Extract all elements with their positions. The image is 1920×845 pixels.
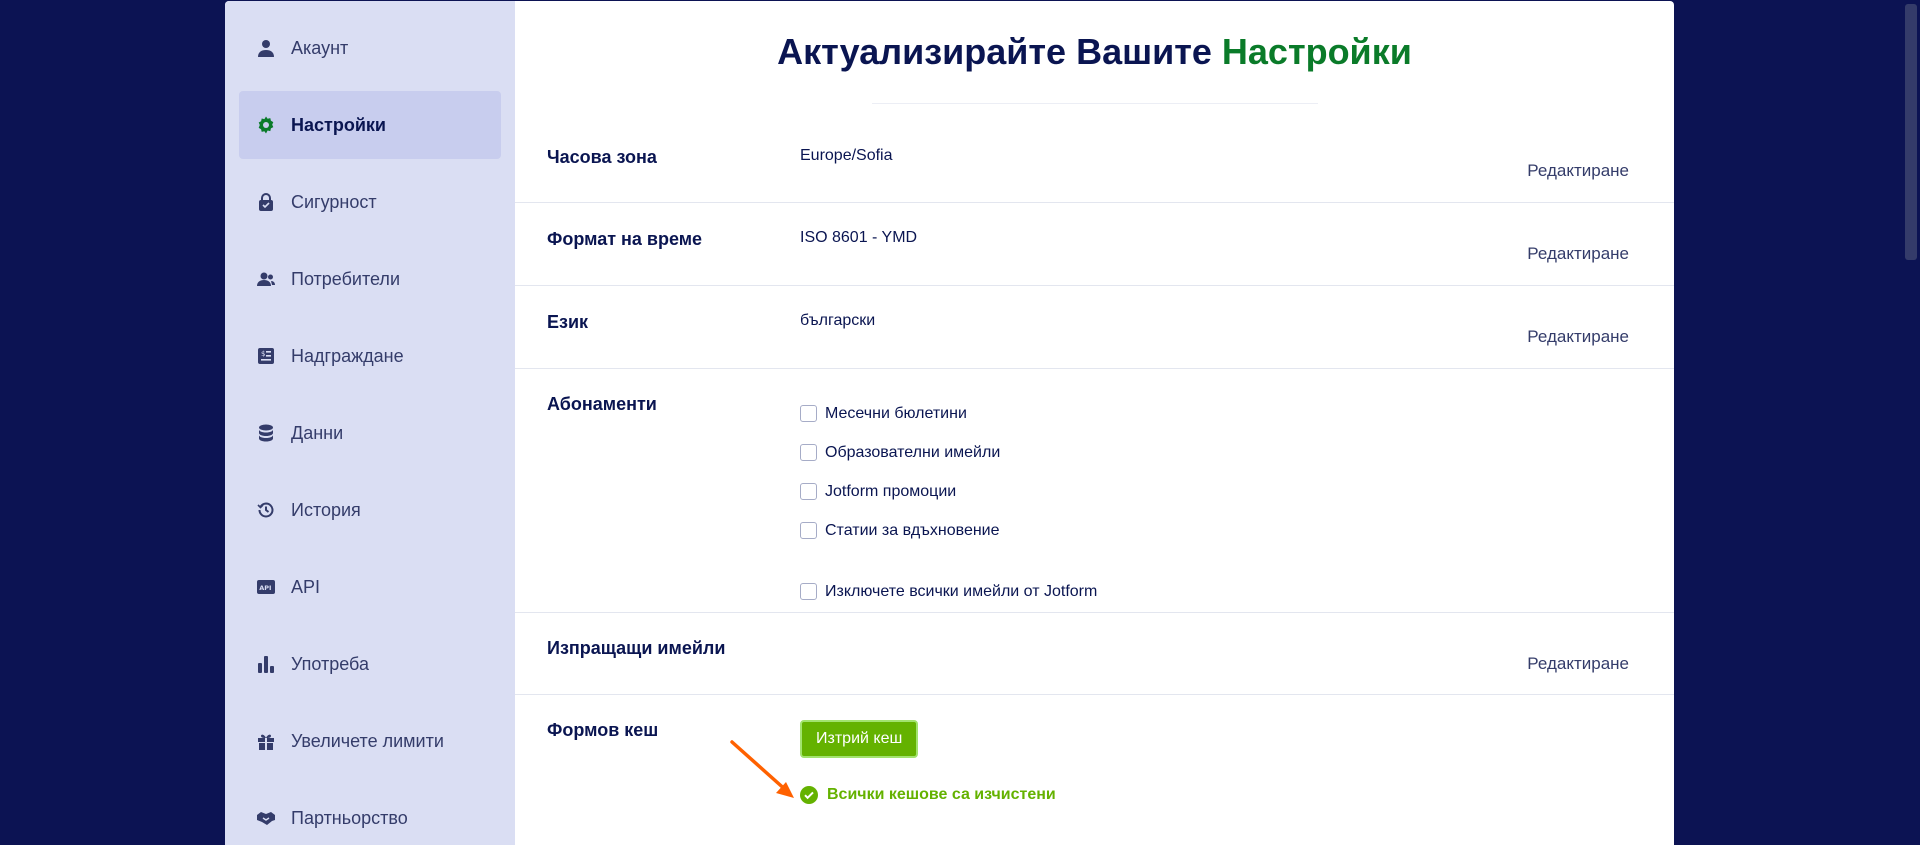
database-icon	[255, 422, 277, 444]
clear-cache-button[interactable]: Изтрий кеш	[800, 720, 919, 758]
api-icon: API	[255, 576, 277, 598]
timezone-row: Часова зона Europe/Sofia Редактиране	[515, 104, 1674, 203]
checkbox-label: Образователни имейли	[825, 443, 1001, 461]
sidebar-item-label: API	[291, 576, 321, 597]
sidebar-item-label: Настройки	[291, 114, 386, 135]
sidebar-item-account[interactable]: Акаунт	[239, 14, 501, 82]
users-icon	[255, 268, 277, 290]
user-icon	[255, 37, 277, 59]
checkbox[interactable]	[800, 444, 817, 461]
form-cache-controls: Изтрий кеш Всички кешове са изчистени	[800, 720, 1056, 835]
checkbox-label: Месечни бюлетини	[825, 404, 967, 422]
sidebar-item-label: Надграждане	[291, 345, 404, 366]
language-label: Език	[547, 312, 589, 332]
sidebar-item-label: Увеличете лимити	[291, 730, 444, 751]
check-circle-icon	[800, 786, 818, 804]
checkbox-label: Jotform промоции	[825, 482, 957, 500]
scrollbar-thumb[interactable]	[1905, 4, 1917, 260]
cache-cleared-text: Всички кешове са изчистени	[827, 786, 1056, 803]
sidebar-item-label: Акаунт	[291, 37, 349, 58]
bar-chart-icon	[255, 653, 277, 675]
invoice-icon: $	[255, 345, 277, 367]
subscription-inspiration-articles[interactable]: Статии за вдъхновение	[800, 511, 1097, 550]
page-title-accent: Настройки	[1221, 31, 1412, 72]
time-format-edit-link[interactable]: Редактиране	[1527, 244, 1629, 264]
sidebar-item-usage[interactable]: Употреба	[239, 630, 501, 698]
time-format-label: Формат на време	[547, 229, 703, 249]
sender-emails-label: Изпращащи имейли	[547, 638, 726, 658]
handshake-icon	[255, 807, 277, 829]
svg-text:API: API	[259, 584, 271, 592]
sidebar-item-label: Партньорство	[291, 807, 408, 828]
sidebar: Акаунт Настройки Сигурност Потребители $…	[225, 1, 515, 845]
gear-icon	[255, 114, 277, 136]
language-value: български	[800, 312, 876, 329]
sidebar-item-label: История	[291, 499, 361, 520]
language-row: Език български Редактиране	[515, 286, 1674, 369]
sidebar-item-upgrade[interactable]: $ Надграждане	[239, 322, 501, 390]
sidebar-item-partnership[interactable]: Партньорство	[239, 784, 501, 845]
subscriptions-label: Абонаменти	[547, 394, 657, 414]
sidebar-item-api[interactable]: API API	[239, 553, 501, 621]
form-cache-row: Формов кеш Изтрий кеш Всички кешове са и…	[515, 695, 1674, 835]
subscription-monthly-newsletters[interactable]: Месечни бюлетини	[800, 394, 1097, 433]
subscription-educational-emails[interactable]: Образователни имейли	[800, 433, 1097, 472]
checkbox-label: Статии за вдъхновение	[825, 521, 1000, 539]
sidebar-item-data[interactable]: Данни	[239, 399, 501, 467]
gift-icon	[255, 730, 277, 752]
lock-icon	[255, 191, 277, 213]
checkbox[interactable]	[800, 483, 817, 500]
sidebar-item-label: Данни	[291, 422, 344, 443]
page-scrollbar[interactable]	[1902, 0, 1920, 845]
timezone-value: Europe/Sofia	[800, 147, 893, 164]
page-title: Актуализирайте Вашите Настройки	[515, 1, 1674, 73]
subscription-jotform-promotions[interactable]: Jotform промоции	[800, 472, 1097, 511]
sidebar-item-label: Сигурност	[291, 191, 377, 212]
sidebar-item-increase-limits[interactable]: Увеличете лимити	[239, 707, 501, 775]
timezone-edit-link[interactable]: Редактиране	[1527, 161, 1629, 181]
subscriptions-row: Абонаменти Месечни бюлетини Образователн…	[515, 369, 1674, 613]
checkbox[interactable]	[800, 405, 817, 422]
checkbox-label: Изключете всички имейли от Jotform	[825, 582, 1098, 600]
sidebar-item-users[interactable]: Потребители	[239, 245, 501, 313]
sender-emails-edit-link[interactable]: Редактиране	[1527, 654, 1629, 674]
annotation-arrow-icon	[504, 739, 576, 805]
sidebar-item-label: Употреба	[291, 653, 369, 674]
time-format-row: Формат на време ISO 8601 - YMD Редактира…	[515, 203, 1674, 286]
sidebar-item-label: Потребители	[291, 268, 400, 289]
page-title-prefix: Актуализирайте Вашите	[777, 31, 1212, 72]
subscriptions-list: Месечни бюлетини Образователни имейли Jo…	[800, 394, 1097, 612]
settings-window: Акаунт Настройки Сигурност Потребители $…	[225, 1, 1674, 845]
language-edit-link[interactable]: Редактиране	[1527, 327, 1629, 347]
sidebar-item-settings[interactable]: Настройки	[239, 91, 501, 159]
settings-main: Актуализирайте Вашите Настройки Часова з…	[515, 1, 1674, 845]
history-icon	[255, 499, 277, 521]
sender-emails-row: Изпращащи имейли Редактиране	[515, 613, 1674, 695]
orange-arrow-icon	[730, 740, 794, 798]
checkbox[interactable]	[800, 522, 817, 539]
subscription-exclude-all[interactable]: Изключете всички имейли от Jotform	[800, 572, 1097, 611]
sidebar-item-security[interactable]: Сигурност	[239, 168, 501, 236]
sidebar-item-history[interactable]: История	[239, 476, 501, 544]
checkbox[interactable]	[800, 583, 817, 600]
svg-text:$: $	[261, 350, 265, 358]
timezone-label: Часова зона	[547, 147, 657, 167]
time-format-value: ISO 8601 - YMD	[800, 229, 918, 246]
cache-cleared-status: Всички кешове са изчистени	[800, 786, 1056, 804]
